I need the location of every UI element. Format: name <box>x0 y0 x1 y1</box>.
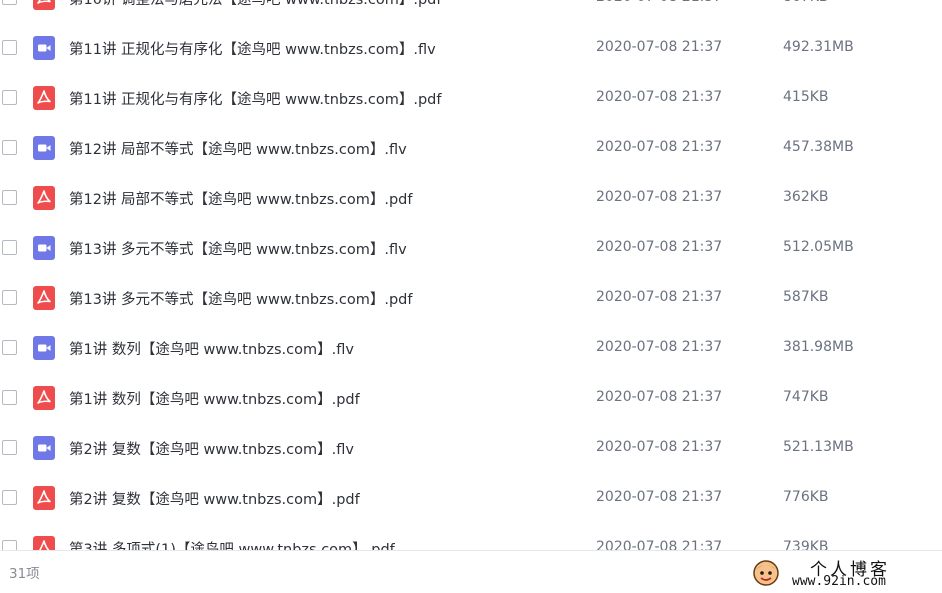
file-size: 457.38MB <box>783 139 854 155</box>
file-row[interactable]: 第2讲 复数【途鸟吧 www.tnbzs.com】.flv 2020-07-08 … <box>0 424 942 474</box>
pdf-file-icon <box>33 186 55 210</box>
file-date: 2020-07-08 21:37 <box>596 189 723 205</box>
file-row[interactable]: 第12讲 局部不等式【途鸟吧 www.tnbzs.com】.pdf 2020-07… <box>0 174 942 224</box>
file-list[interactable]: 第10讲 调整法与磨光法【途鸟吧 www.tnbzs.com】.pdf 2020-… <box>0 0 942 550</box>
watermark-url: www.92in.com <box>792 574 886 589</box>
row-checkbox[interactable] <box>2 540 17 550</box>
file-date: 2020-07-08 21:37 <box>596 89 723 105</box>
row-checkbox[interactable] <box>2 340 17 355</box>
file-size: 521.13MB <box>783 439 854 455</box>
file-row[interactable]: 第12讲 局部不等式【途鸟吧 www.tnbzs.com】.flv 2020-07… <box>0 124 942 174</box>
file-row[interactable]: 第1讲 数列【途鸟吧 www.tnbzs.com】.pdf 2020-07-08 … <box>0 374 942 424</box>
file-name[interactable]: 第13讲 多元不等式【途鸟吧 www.tnbzs.com】.flv <box>69 238 407 259</box>
row-checkbox[interactable] <box>2 440 17 455</box>
file-size: 362KB <box>783 189 829 205</box>
file-size: 512.05MB <box>783 239 854 255</box>
pdf-file-icon <box>33 86 55 110</box>
row-checkbox[interactable] <box>2 140 17 155</box>
file-date: 2020-07-08 21:37 <box>596 339 723 355</box>
file-size: 587KB <box>783 289 829 305</box>
file-date: 2020-07-08 21:37 <box>596 539 723 550</box>
row-checkbox[interactable] <box>2 240 17 255</box>
video-file-icon <box>33 436 55 460</box>
file-row[interactable]: 第11讲 正规化与有序化【途鸟吧 www.tnbzs.com】.pdf 2020-… <box>0 74 942 124</box>
pdf-file-icon <box>33 536 55 550</box>
pdf-file-icon <box>33 486 55 510</box>
row-checkbox[interactable] <box>2 290 17 305</box>
file-name[interactable]: 第3讲 多项式(1)【途鸟吧 www.tnbzs.com】.pdf <box>69 538 395 550</box>
file-name[interactable]: 第2讲 复数【途鸟吧 www.tnbzs.com】.flv <box>69 438 354 459</box>
file-size: 492.31MB <box>783 39 854 55</box>
file-name[interactable]: 第10讲 调整法与磨光法【途鸟吧 www.tnbzs.com】.pdf <box>69 0 441 9</box>
row-checkbox[interactable] <box>2 490 17 505</box>
mascot-icon <box>753 560 779 586</box>
file-date: 2020-07-08 21:37 <box>596 39 723 55</box>
file-size: 415KB <box>783 89 829 105</box>
pdf-file-icon <box>33 386 55 410</box>
video-file-icon <box>33 36 55 60</box>
video-file-icon <box>33 336 55 360</box>
pdf-file-icon <box>33 0 55 10</box>
file-row[interactable]: 第3讲 多项式(1)【途鸟吧 www.tnbzs.com】.pdf 2020-07… <box>0 524 942 550</box>
file-row[interactable]: 第1讲 数列【途鸟吧 www.tnbzs.com】.flv 2020-07-08 … <box>0 324 942 374</box>
file-row[interactable]: 第13讲 多元不等式【途鸟吧 www.tnbzs.com】.pdf 2020-07… <box>0 274 942 324</box>
row-checkbox[interactable] <box>2 390 17 405</box>
file-name[interactable]: 第12讲 局部不等式【途鸟吧 www.tnbzs.com】.pdf <box>69 188 412 209</box>
row-checkbox[interactable] <box>2 90 17 105</box>
file-date: 2020-07-08 21:37 <box>596 439 723 455</box>
file-row[interactable]: 第11讲 正规化与有序化【途鸟吧 www.tnbzs.com】.flv 2020-… <box>0 24 942 74</box>
file-size: 747KB <box>783 389 829 405</box>
file-date: 2020-07-08 21:37 <box>596 139 723 155</box>
file-date: 2020-07-08 21:37 <box>596 0 722 5</box>
file-browser: 第10讲 调整法与磨光法【途鸟吧 www.tnbzs.com】.pdf 2020-… <box>0 0 942 593</box>
file-size: 381.98MB <box>783 339 854 355</box>
file-name[interactable]: 第12讲 局部不等式【途鸟吧 www.tnbzs.com】.flv <box>69 138 407 159</box>
row-checkbox[interactable] <box>2 190 17 205</box>
row-checkbox[interactable] <box>2 0 17 5</box>
file-name[interactable]: 第13讲 多元不等式【途鸟吧 www.tnbzs.com】.pdf <box>69 288 412 309</box>
file-row[interactable]: 第10讲 调整法与磨光法【途鸟吧 www.tnbzs.com】.pdf 2020-… <box>0 0 942 24</box>
row-checkbox[interactable] <box>2 40 17 55</box>
file-size: 867KB <box>783 0 829 5</box>
file-name[interactable]: 第1讲 数列【途鸟吧 www.tnbzs.com】.pdf <box>69 388 360 409</box>
file-date: 2020-07-08 21:37 <box>596 239 723 255</box>
file-size: 776KB <box>783 489 829 505</box>
file-name[interactable]: 第11讲 正规化与有序化【途鸟吧 www.tnbzs.com】.flv <box>69 38 436 59</box>
file-size: 739KB <box>783 539 829 550</box>
file-name[interactable]: 第1讲 数列【途鸟吧 www.tnbzs.com】.flv <box>69 338 354 359</box>
item-count: 31项 <box>9 566 40 582</box>
file-date: 2020-07-08 21:37 <box>596 489 723 505</box>
pdf-file-icon <box>33 286 55 310</box>
file-name[interactable]: 第2讲 复数【途鸟吧 www.tnbzs.com】.pdf <box>69 488 360 509</box>
file-row[interactable]: 第2讲 复数【途鸟吧 www.tnbzs.com】.pdf 2020-07-08 … <box>0 474 942 524</box>
file-date: 2020-07-08 21:37 <box>596 289 723 305</box>
file-row[interactable]: 第13讲 多元不等式【途鸟吧 www.tnbzs.com】.flv 2020-07… <box>0 224 942 274</box>
status-bar: 31项 个人博客 www.92in.com <box>0 550 942 593</box>
file-date: 2020-07-08 21:37 <box>596 389 723 405</box>
file-name[interactable]: 第11讲 正规化与有序化【途鸟吧 www.tnbzs.com】.pdf <box>69 88 441 109</box>
video-file-icon <box>33 136 55 160</box>
video-file-icon <box>33 236 55 260</box>
watermark-logo: 个人博客 www.92in.com <box>752 557 937 591</box>
